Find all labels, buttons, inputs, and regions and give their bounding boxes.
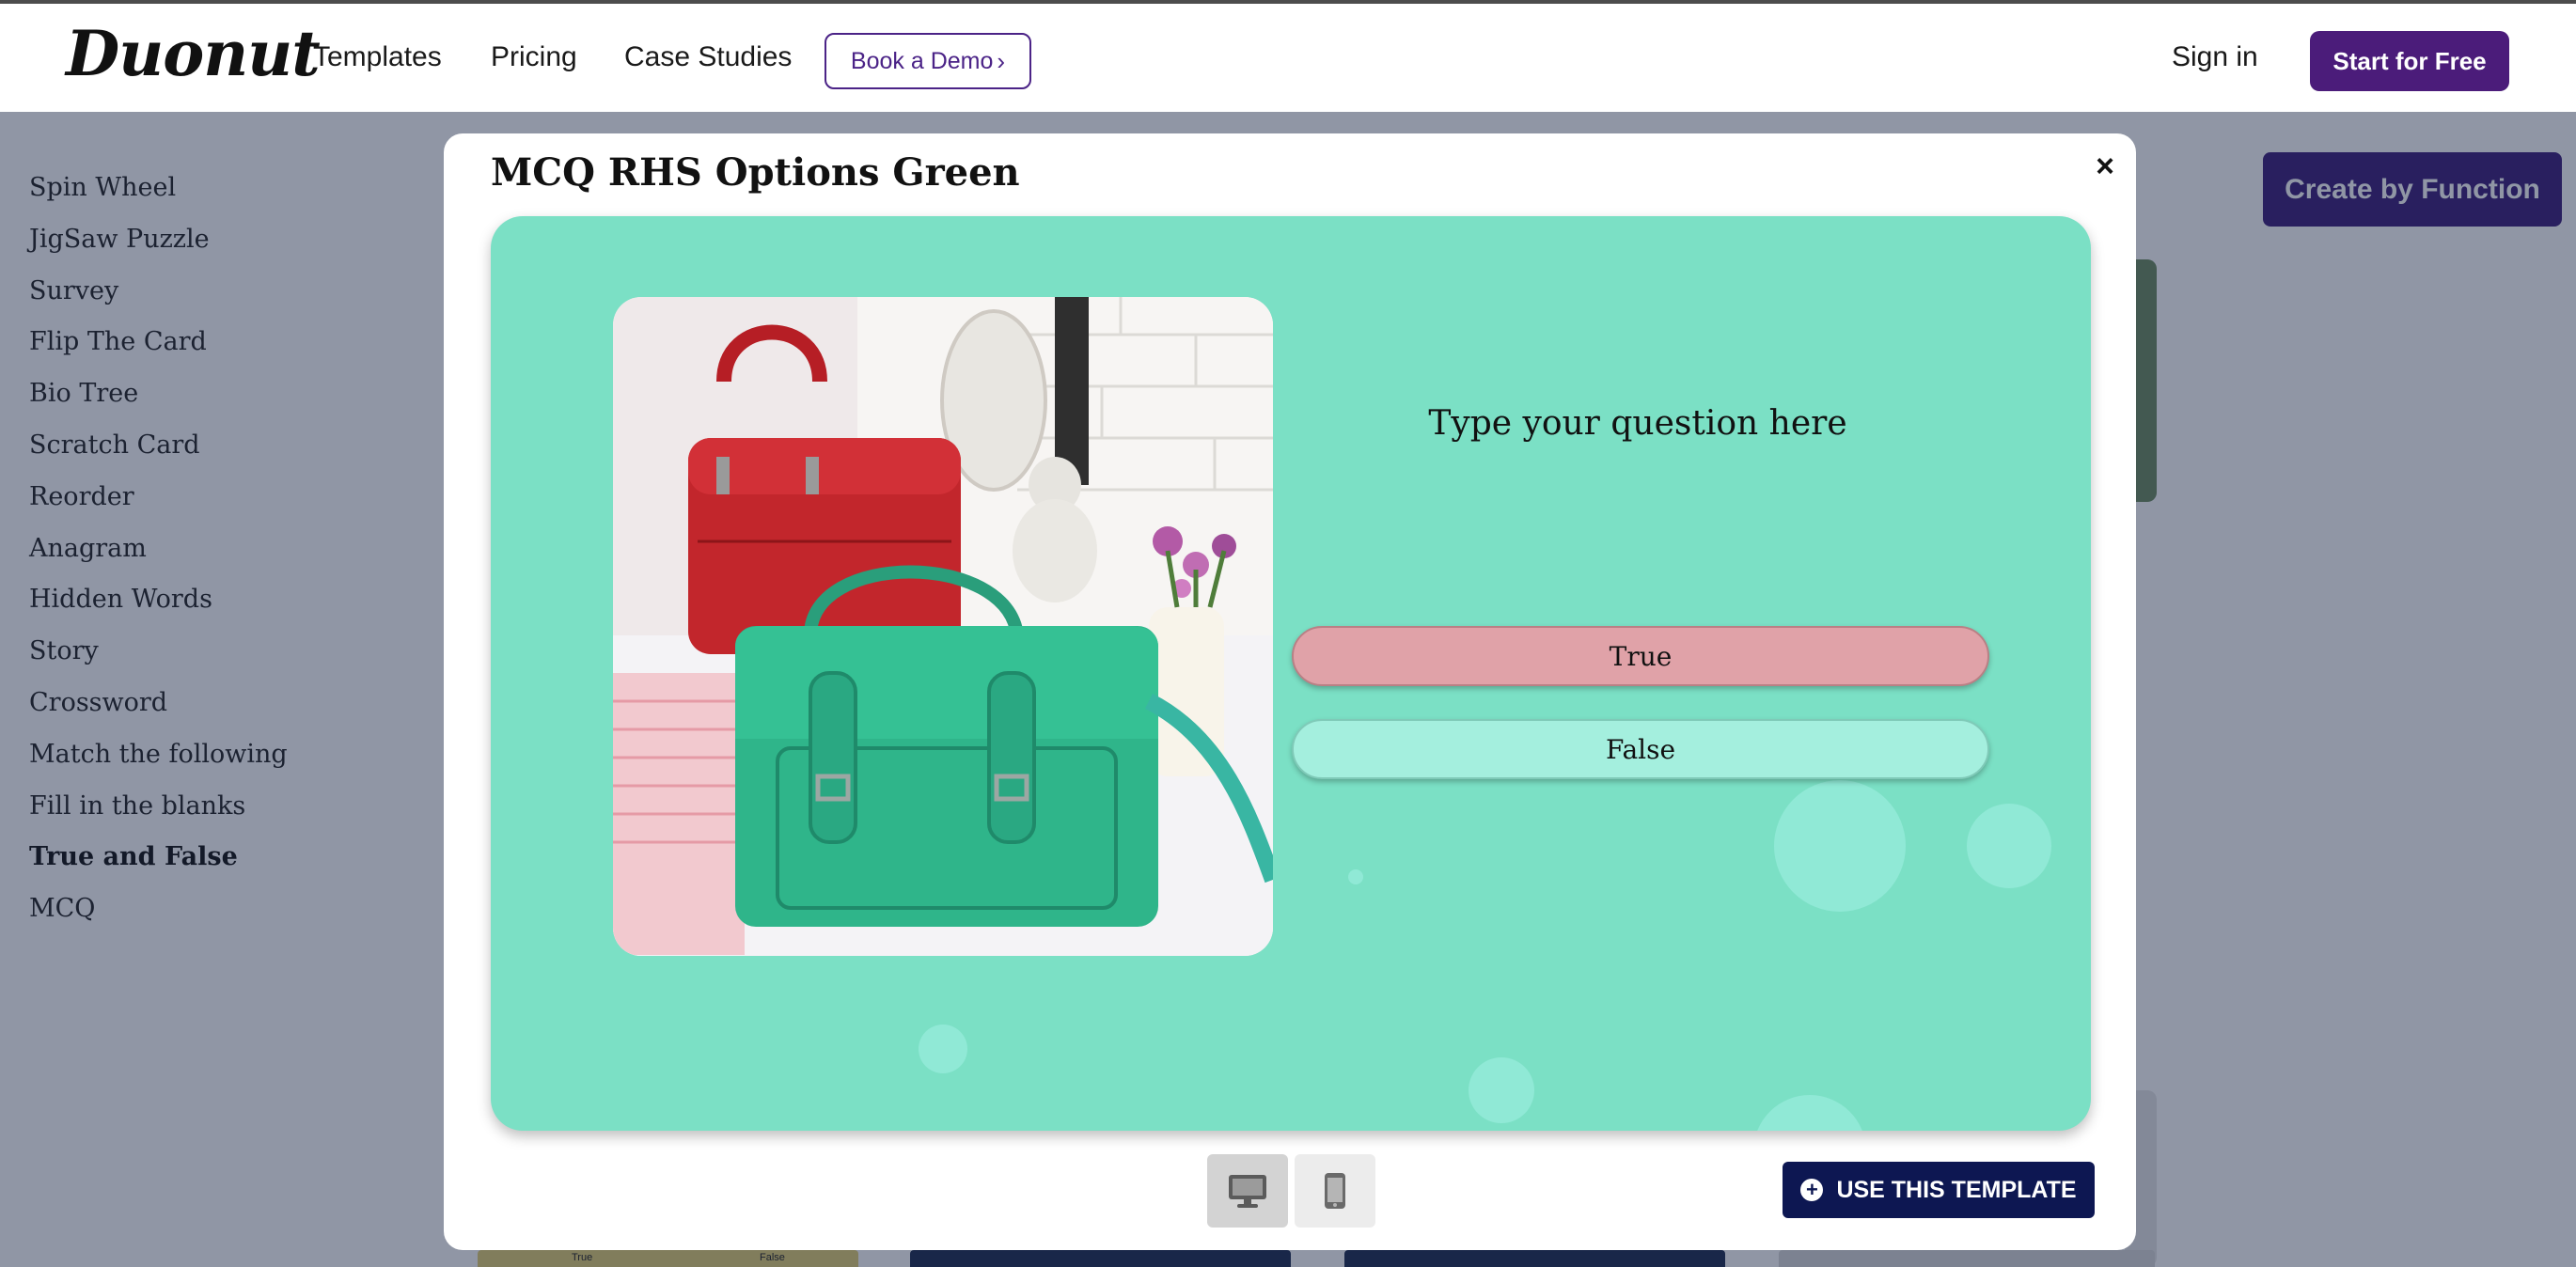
nav-case-studies[interactable]: Case Studies xyxy=(624,41,792,73)
decorative-bubble xyxy=(919,1025,967,1073)
nav-pricing[interactable]: Pricing xyxy=(491,41,577,73)
template-preview-canvas: Type your question here True False xyxy=(491,216,2091,1131)
mobile-view-button[interactable] xyxy=(1295,1154,1375,1228)
decorative-bubble xyxy=(1774,780,1906,912)
duonut-logo[interactable]: Duonut xyxy=(66,17,321,90)
plus-circle-icon: + xyxy=(1800,1179,1824,1201)
option-false-button[interactable]: False xyxy=(1292,719,1989,779)
chevron-right-icon: › xyxy=(997,46,1006,75)
use-this-template-button[interactable]: + USE THIS TEMPLATE xyxy=(1783,1162,2095,1218)
mobile-icon xyxy=(1325,1173,1345,1209)
desktop-icon xyxy=(1229,1175,1266,1208)
product-image xyxy=(613,297,1273,956)
sign-in-link[interactable]: Sign in xyxy=(2172,41,2258,73)
decorative-bubble xyxy=(1967,804,2051,888)
book-demo-label: Book a Demo xyxy=(850,47,994,74)
decorative-bubble xyxy=(1469,1057,1534,1123)
use-template-label: USE THIS TEMPLATE xyxy=(1836,1176,2077,1203)
decorative-bubble xyxy=(1753,1095,1866,1131)
template-preview-modal: MCQ RHS Options Green × Type your questi… xyxy=(444,133,2136,1250)
desktop-view-button[interactable] xyxy=(1207,1154,1288,1228)
close-icon[interactable]: × xyxy=(2091,149,2119,184)
decorative-bubble xyxy=(1348,869,1363,884)
option-true-button[interactable]: True xyxy=(1292,626,1989,686)
modal-title: MCQ RHS Options Green xyxy=(491,150,1020,195)
start-for-free-button[interactable]: Start for Free xyxy=(2310,31,2509,91)
question-text[interactable]: Type your question here xyxy=(1290,404,1986,443)
nav-templates[interactable]: Templates xyxy=(313,41,442,73)
top-navigation: Duonut Templates Pricing Case Studies Bo… xyxy=(0,0,2576,112)
book-demo-button[interactable]: Book a Demo › xyxy=(825,33,1031,89)
